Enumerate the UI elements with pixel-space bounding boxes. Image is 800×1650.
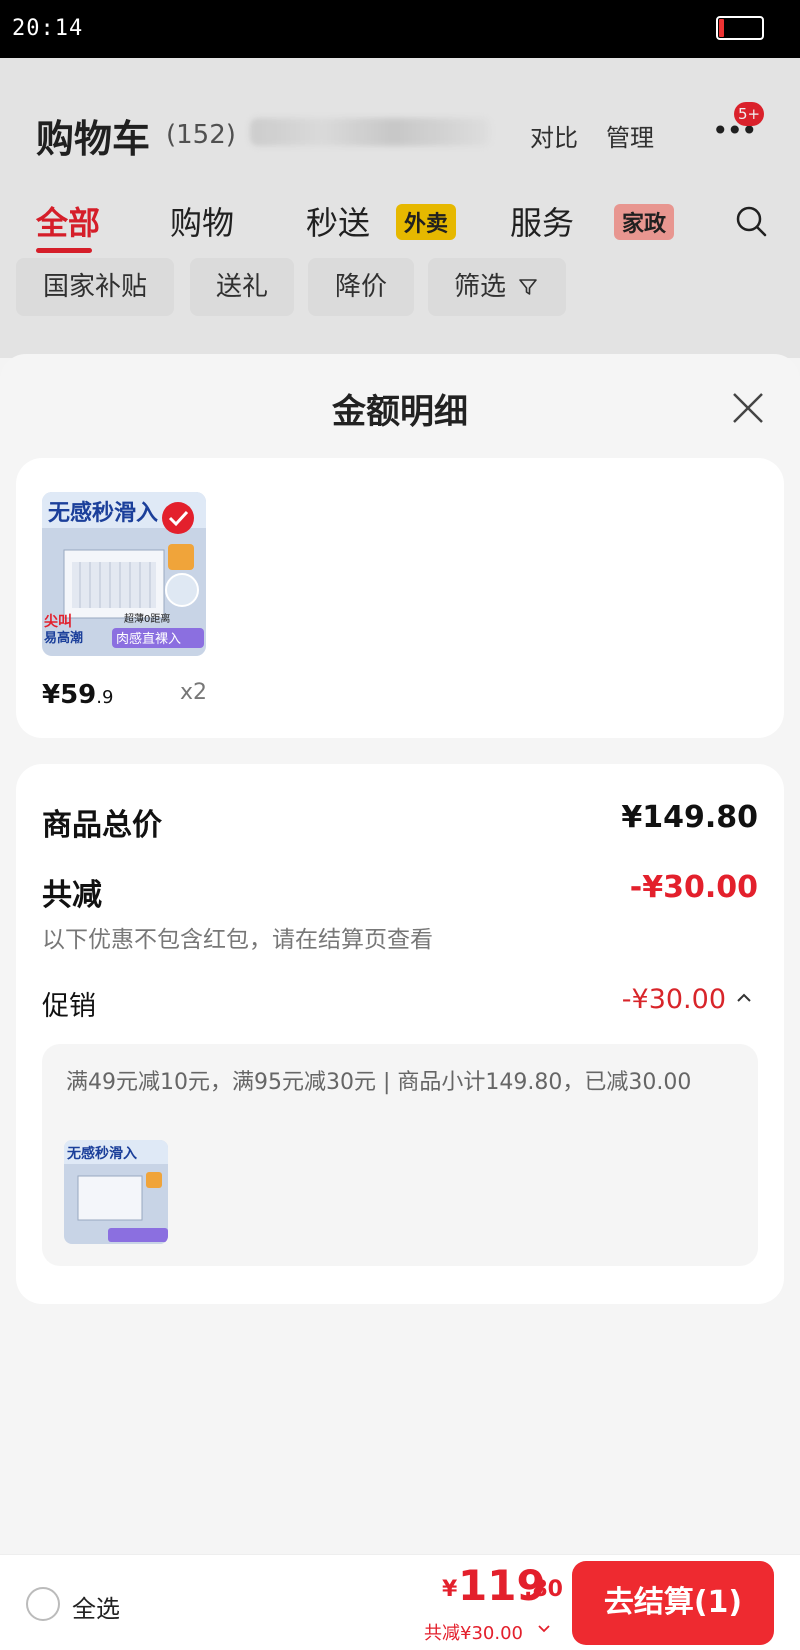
- select-all-checkbox[interactable]: [26, 1587, 60, 1621]
- product-image-corner-2: 易高潮: [44, 630, 83, 646]
- product-image-corner-1: 尖叫: [44, 613, 72, 630]
- chevron-down-icon[interactable]: [536, 1621, 552, 1637]
- goods-total-label: 商品总价: [42, 808, 162, 843]
- reduction-label: 共减: [42, 878, 102, 913]
- product-image: 无感秒滑入 尖叫 易高潮 超薄0距离 肉感直裸入: [42, 492, 206, 656]
- product-card: 无感秒滑入 尖叫 易高潮 超薄0距离 肉感直裸入 ¥59.9 x2: [16, 458, 784, 738]
- status-bar: 20:14: [0, 0, 800, 58]
- battery-icon: [716, 16, 764, 40]
- status-time: 20:14: [12, 16, 84, 41]
- total-currency: ¥: [442, 1577, 458, 1602]
- product-price-decimal: .9: [96, 687, 114, 708]
- dim-overlay: [0, 58, 800, 358]
- promo-label: 促销: [42, 991, 96, 1022]
- product-quantity: x2: [180, 680, 208, 705]
- product-price-main: ¥59: [42, 680, 97, 710]
- checkout-button[interactable]: 去结算(1): [572, 1561, 774, 1645]
- reduction-value: -¥30.00: [629, 870, 758, 905]
- promo-product-thumbnail: 无感秒滑入: [64, 1140, 168, 1244]
- close-icon[interactable]: [728, 388, 768, 428]
- checkout-bar: 全选 ¥ 119 .80 共减¥30.00 去结算(1): [0, 1554, 800, 1650]
- select-all-label[interactable]: 全选: [72, 1589, 120, 1624]
- sheet-title: 金额明细: [332, 392, 468, 432]
- product-price: ¥59.9: [42, 680, 113, 710]
- total-discount[interactable]: 共减¥30.00: [424, 1619, 523, 1645]
- promo-value[interactable]: -¥30.00: [622, 984, 726, 1015]
- product-thumbnail[interactable]: 无感秒滑入 尖叫 易高潮 超薄0距离 肉感直裸入: [42, 492, 206, 656]
- chevron-up-icon[interactable]: [734, 988, 754, 1008]
- promo-product-image: 无感秒滑入: [64, 1140, 168, 1244]
- product-image-sub: 超薄0距离: [124, 612, 170, 625]
- total-decimal: .80: [524, 1577, 563, 1602]
- promo-detail-box: 满49元减10元，满95元减30元 | 商品小计149.80，已减30.00 无…: [42, 1044, 758, 1266]
- amount-detail-sheet: 金额明细 无感秒滑入 尖叫 易高潮 超薄0距离 肉感直裸入 ¥59.9 x2 商…: [0, 354, 800, 1554]
- reduction-note: 以下优惠不包含红包，请在结算页查看: [42, 927, 433, 953]
- promo-detail-text: 满49元减10元，满95元减30元 | 商品小计149.80，已减30.00: [66, 1070, 692, 1095]
- price-summary-card: 商品总价 ¥149.80 共减 -¥30.00 以下优惠不包含红包，请在结算页查…: [16, 764, 784, 1304]
- product-image-badge: 肉感直裸入: [116, 631, 181, 647]
- goods-total-value: ¥149.80: [621, 800, 758, 835]
- promo-image-title: 无感秒滑入: [66, 1145, 137, 1162]
- battery-level: [719, 19, 724, 37]
- product-image-title: 无感秒滑入: [48, 500, 158, 526]
